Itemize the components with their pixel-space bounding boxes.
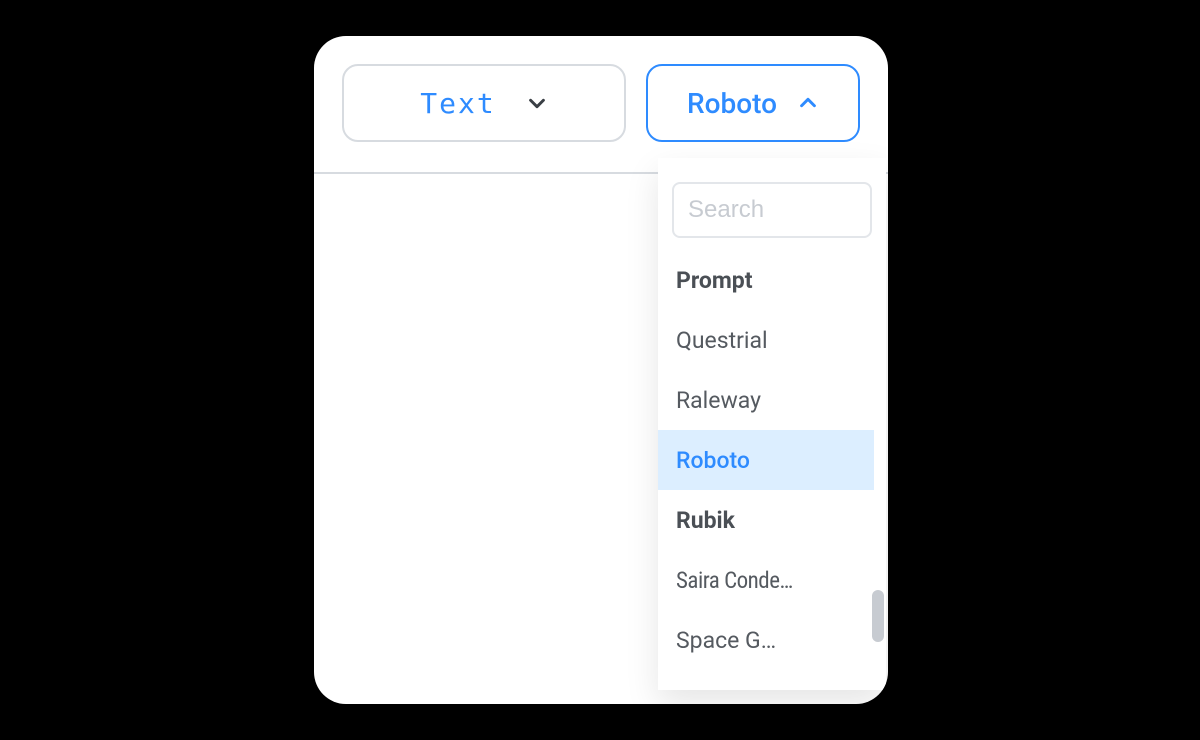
font-option[interactable]: Raleway xyxy=(658,370,874,430)
font-dropdown-menu: Prompt Questrial Raleway Roboto Rubik Sa… xyxy=(658,158,886,690)
font-option[interactable]: Prompt xyxy=(658,250,874,310)
toolbar: Text Roboto xyxy=(314,36,888,160)
chevron-down-icon xyxy=(526,92,548,114)
element-type-dropdown[interactable]: Text xyxy=(342,64,626,142)
font-family-label: Roboto xyxy=(687,87,777,120)
element-type-label: Text xyxy=(420,87,495,120)
font-option[interactable]: Space G… xyxy=(658,610,874,670)
font-option[interactable]: Saira Conde… xyxy=(658,550,874,610)
font-search-input[interactable] xyxy=(672,182,872,238)
font-list-scrollbar[interactable] xyxy=(872,250,884,670)
font-family-dropdown[interactable]: Roboto xyxy=(646,64,860,142)
editor-panel: Text Roboto Prompt Questrial Ralewa xyxy=(314,36,888,704)
font-options-list: Prompt Questrial Raleway Roboto Rubik Sa… xyxy=(658,250,886,670)
chevron-up-icon xyxy=(797,92,819,114)
scrollbar-thumb[interactable] xyxy=(872,590,884,642)
font-option[interactable]: Questrial xyxy=(658,310,874,370)
font-option[interactable]: Rubik xyxy=(658,490,874,550)
font-option-selected[interactable]: Roboto xyxy=(658,430,874,490)
